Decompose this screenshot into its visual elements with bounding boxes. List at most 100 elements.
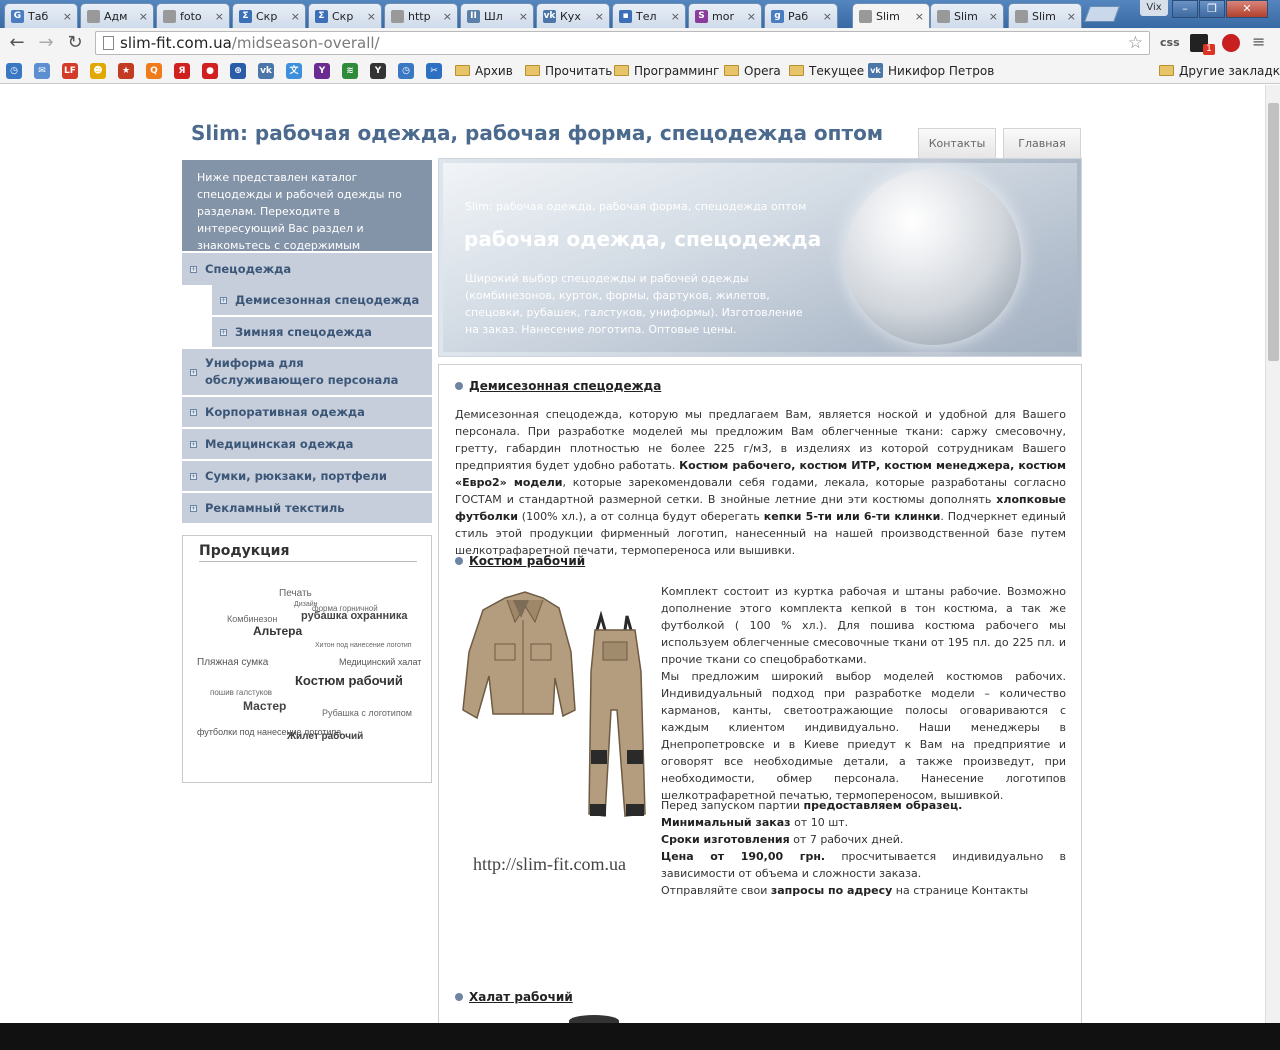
browser-tab[interactable]: ▪ Тел ×	[612, 3, 686, 28]
bookmark-icon[interactable]: ◷	[398, 63, 414, 79]
plus-bullet-icon: +	[190, 265, 197, 273]
bookmark-label: Никифор Петров	[888, 64, 995, 78]
bookmark-icon[interactable]: Я	[174, 63, 190, 79]
browser-tab[interactable]: http ×	[384, 3, 458, 28]
tag-link[interactable]: рубашка охранника	[301, 610, 408, 622]
browser-tab[interactable]: foto ×	[156, 3, 230, 28]
menu-item-winter[interactable]: + Зимняя спецодежда	[212, 317, 432, 349]
bookmark-icon[interactable]: ★	[118, 63, 134, 79]
browser-tab[interactable]: Slim ×	[852, 3, 930, 29]
browser-tab[interactable]: Slim ×	[930, 3, 1004, 28]
plus-bullet-icon: +	[190, 472, 197, 480]
tag-link[interactable]: Альтера	[253, 624, 302, 638]
close-window-button[interactable]: ✕	[1226, 0, 1268, 18]
tag-link[interactable]: Рубашка с логотипом	[322, 708, 412, 718]
tag-link[interactable]: Печать	[279, 588, 312, 599]
tab-close-icon[interactable]: ×	[989, 10, 998, 23]
maximize-button[interactable]: ❐	[1199, 0, 1225, 18]
tab-close-icon[interactable]: ×	[823, 10, 832, 23]
menu-item-specodezhda[interactable]: + Спецодежда	[182, 253, 432, 285]
bookmark-label: Прочитать	[545, 64, 613, 78]
browser-tab[interactable]: Σ Скр ×	[232, 3, 306, 28]
tab-close-icon[interactable]: ×	[519, 10, 528, 23]
bookmark-folder[interactable]: Текущее	[789, 62, 864, 80]
section-heading-demiseason[interactable]: Демисезонная спецодежда	[455, 379, 661, 393]
menu-item-demiseason[interactable]: + Демисезонная спецодежда	[212, 285, 432, 317]
bookmark-folder[interactable]: Программинг	[614, 62, 719, 80]
address-bar[interactable]: slim-fit.com.ua/midseason-overall/ ☆	[95, 31, 1150, 55]
tag-link[interactable]: Хитон под нанесение логотип	[315, 642, 412, 649]
nav-tab-contacts[interactable]: Контакты	[918, 128, 996, 158]
tab-close-icon[interactable]: ×	[915, 10, 924, 23]
browser-tab[interactable]: Σ Скр ×	[308, 3, 382, 28]
tab-close-icon[interactable]: ×	[443, 10, 452, 23]
tag-link[interactable]: пошив галстуков	[210, 688, 272, 697]
bookmark-icon[interactable]: Q	[146, 63, 162, 79]
forward-arrow-icon[interactable]: →	[35, 32, 57, 54]
plus-bullet-icon: +	[220, 328, 227, 336]
bookmark-icon[interactable]: ✂	[426, 63, 442, 79]
menu-icon[interactable]: ≡	[1252, 34, 1265, 52]
plus-bullet-icon: +	[190, 368, 197, 376]
menu-label: Демисезонная спецодежда	[235, 292, 420, 307]
bookmark-label: Opera	[744, 64, 781, 78]
tab-close-icon[interactable]: ×	[139, 10, 148, 23]
bookmark-icon[interactable]: ☻	[90, 63, 106, 79]
adblock-icon[interactable]	[1222, 34, 1240, 52]
section-heading-work-suit[interactable]: Костюм рабочий	[455, 554, 585, 568]
minimize-button[interactable]: –	[1172, 0, 1198, 18]
browser-tab[interactable]: Slim ×	[1008, 3, 1082, 28]
tag-link[interactable]: Медицинский халат	[339, 657, 421, 667]
tab-close-icon[interactable]: ×	[215, 10, 224, 23]
bookmark-icon[interactable]: ✉	[34, 63, 50, 79]
menu-item-bags[interactable]: + Сумки, рюкзаки, портфели	[182, 461, 432, 493]
window-profile-badge[interactable]: Vix	[1140, 0, 1168, 16]
bookmark-icon[interactable]: Y	[314, 63, 330, 79]
tag-link[interactable]: Жилет рабочий	[287, 731, 363, 742]
other-bookmarks-folder[interactable]: Другие закладки	[1159, 62, 1280, 80]
tab-close-icon[interactable]: ×	[367, 10, 376, 23]
css-extension-button[interactable]: css	[1160, 34, 1180, 52]
menu-item-promo-textile[interactable]: + Рекламный текстиль	[182, 493, 432, 525]
bookmark-icon[interactable]: ≋	[342, 63, 358, 79]
browser-tab[interactable]: Smor ×	[688, 3, 762, 28]
nav-tab-home[interactable]: Главная	[1003, 128, 1081, 158]
bookmark-star-icon[interactable]: ☆	[1128, 32, 1143, 54]
tab-close-icon[interactable]: ×	[63, 10, 72, 23]
tab-close-icon[interactable]: ×	[595, 10, 604, 23]
tab-close-icon[interactable]: ×	[747, 10, 756, 23]
tag-link[interactable]: Комбинезон	[227, 614, 277, 624]
tab-close-icon[interactable]: ×	[291, 10, 300, 23]
browser-tab[interactable]: g Раб ×	[764, 3, 838, 28]
tag-link[interactable]: Костюм рабочий	[295, 673, 403, 688]
browser-tab[interactable]: G Таб ×	[4, 3, 78, 28]
bookmark-folder[interactable]: Прочитать	[525, 62, 612, 80]
tab-close-icon[interactable]: ×	[671, 10, 680, 23]
bookmark-icon[interactable]: Y	[370, 63, 386, 79]
browser-tab[interactable]: II Шл ×	[460, 3, 534, 28]
bookmark-folder[interactable]: Архив	[455, 62, 513, 80]
browser-tab[interactable]: Адм ×	[80, 3, 154, 28]
bookmark-icon[interactable]: ●	[202, 63, 218, 79]
browser-tab[interactable]: vk Кух ×	[536, 3, 610, 28]
bookmark-icon[interactable]: ⊕	[230, 63, 246, 79]
bookmark-folder[interactable]: Opera	[724, 62, 781, 80]
bullet-icon	[455, 382, 463, 390]
page-scrollbar[interactable]	[1265, 85, 1280, 1023]
bookmark-icon[interactable]: LF	[62, 63, 78, 79]
menu-item-medical[interactable]: + Медицинская одежда	[182, 429, 432, 461]
bookmark-icon[interactable]: 文	[286, 63, 302, 79]
new-tab-button[interactable]	[1084, 6, 1120, 22]
tag-link[interactable]: Мастер	[243, 699, 286, 713]
bookmark-icon[interactable]: vk	[258, 63, 274, 79]
bookmark-vk-contact[interactable]: vk Никифор Петров	[868, 62, 994, 80]
reload-icon[interactable]: ↻	[64, 32, 86, 54]
back-arrow-icon[interactable]: ←	[6, 32, 28, 54]
menu-item-corporate[interactable]: + Корпоративная одежда	[182, 397, 432, 429]
bookmark-icon[interactable]: ◷	[6, 63, 22, 79]
tag-link[interactable]: Пляжная сумка	[197, 657, 268, 668]
section-heading-work-robe[interactable]: Халат рабочий	[455, 990, 573, 1004]
scrollbar-thumb[interactable]	[1268, 103, 1279, 361]
tab-close-icon[interactable]: ×	[1067, 10, 1076, 23]
menu-item-uniform[interactable]: + Униформа для обслуживающего персонала	[182, 349, 432, 397]
